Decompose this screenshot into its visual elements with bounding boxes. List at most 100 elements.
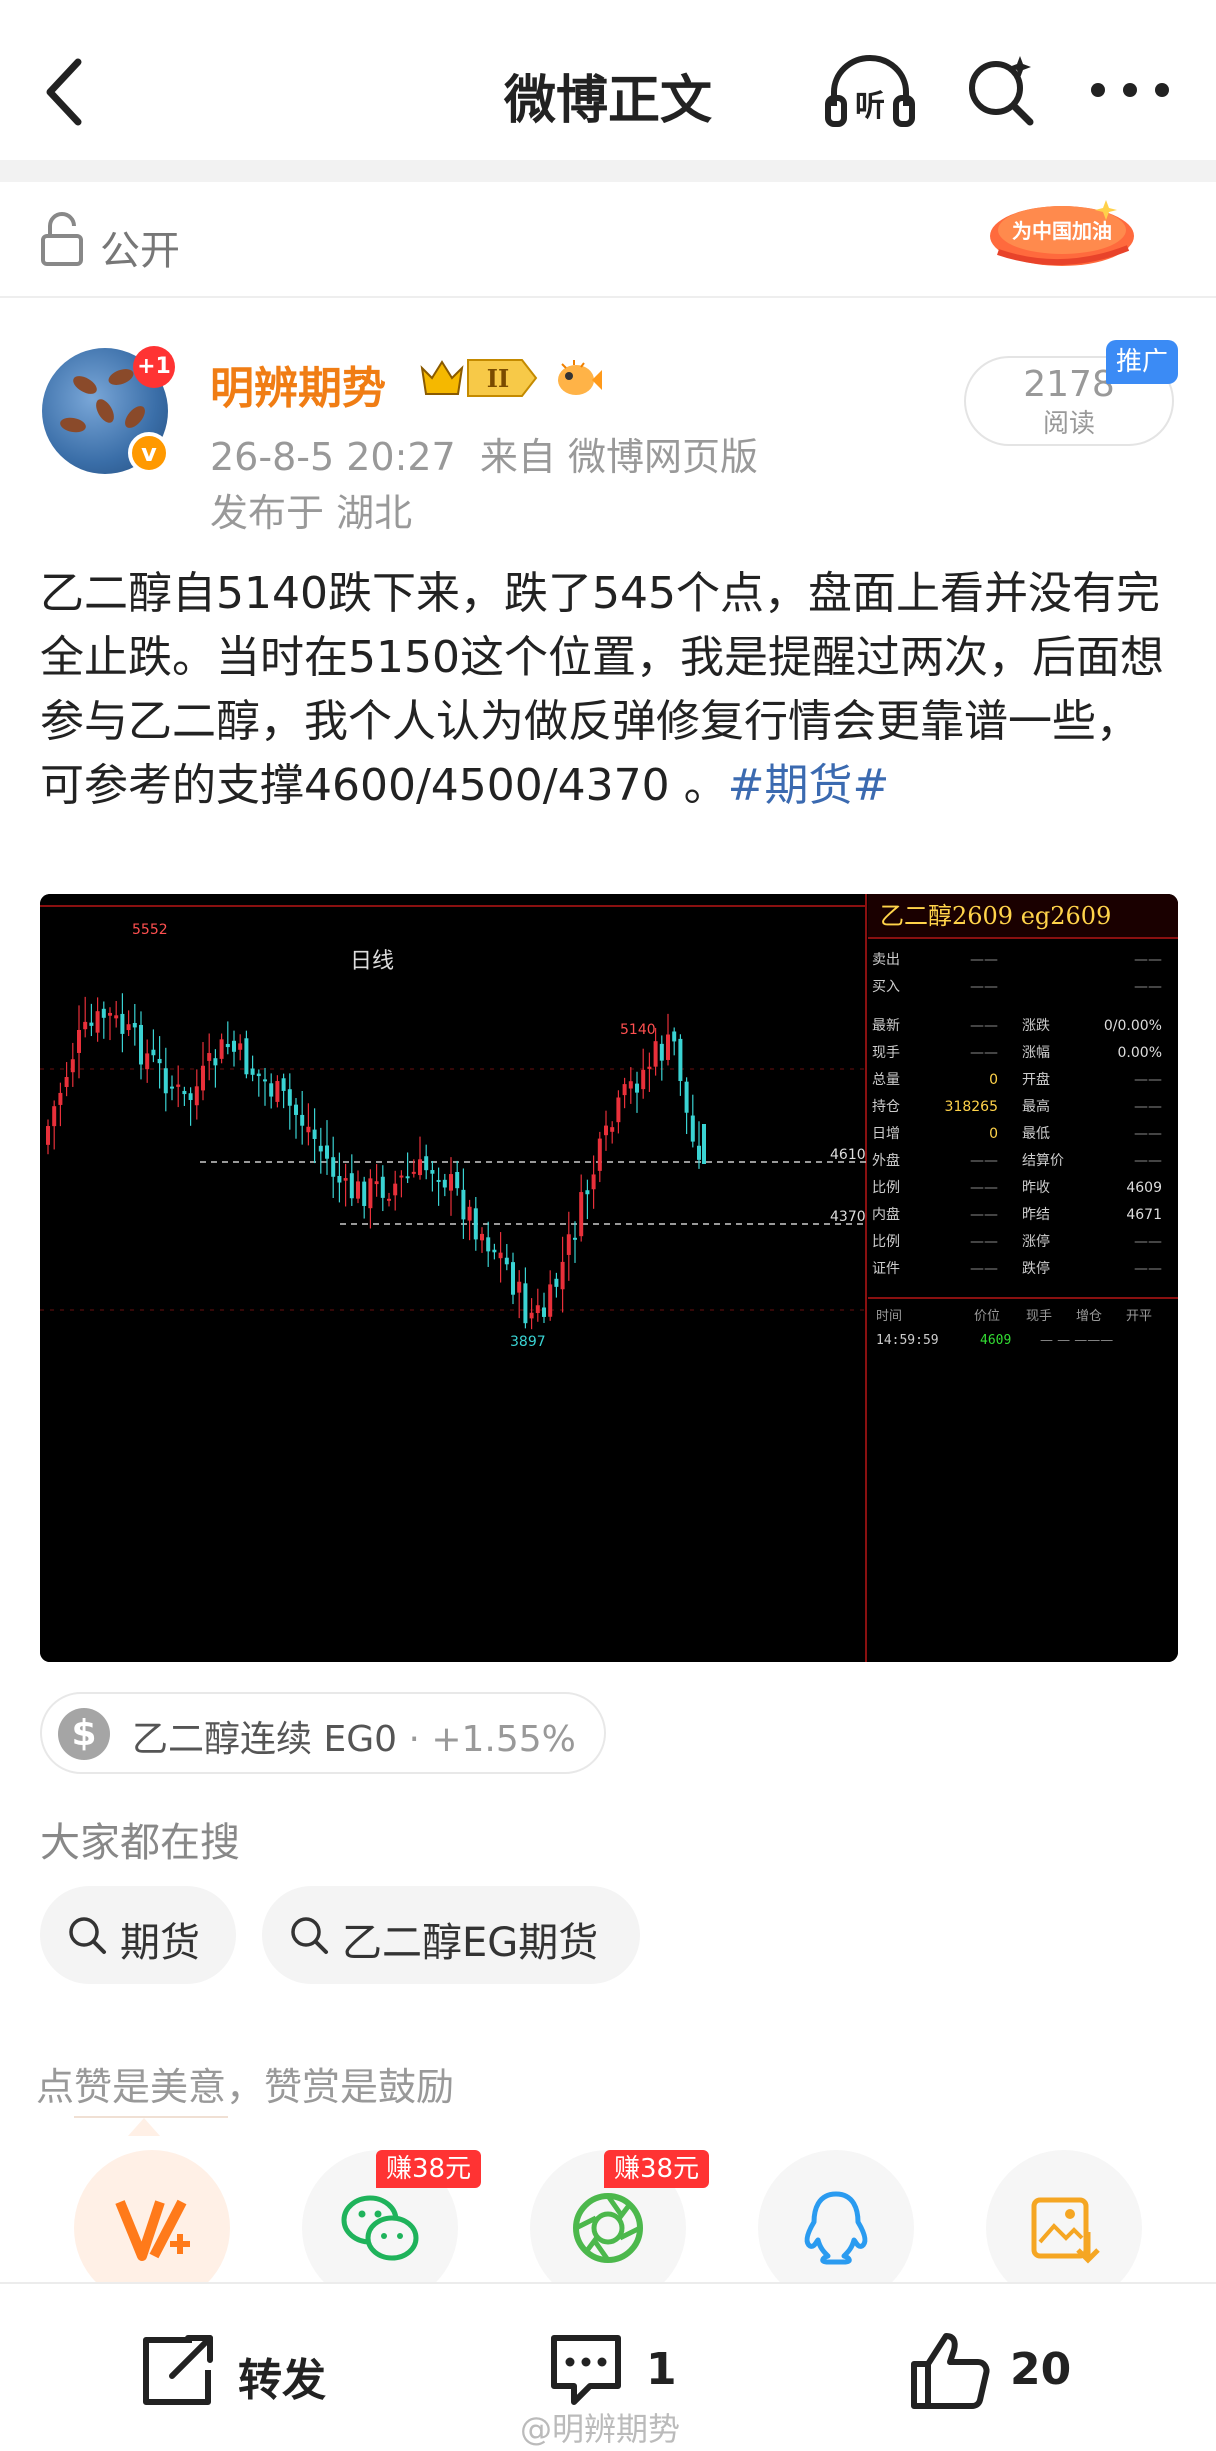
candle-body: [213, 1058, 218, 1066]
visibility-label: 公开: [100, 228, 180, 274]
repost-icon: [143, 2335, 213, 2405]
candle-body: [101, 1008, 106, 1018]
candle-body: [622, 1084, 627, 1096]
candle-body: [393, 1183, 398, 1196]
candle-body: [145, 1053, 150, 1070]
candle-body: [318, 1145, 323, 1152]
post-body: 乙二醇自5140跌下来，跌了545个点，盘面上看并没有完全止跌。当时在5150这…: [40, 562, 1180, 818]
tick-header: 增仓: [1076, 1309, 1102, 1324]
quote-field-value: ——: [970, 1261, 998, 1277]
tick-header: 价位: [974, 1309, 1000, 1324]
hot-search-chip-futures[interactable]: 期货: [40, 1886, 236, 1984]
candle-body: [244, 1038, 249, 1075]
promotion-badge[interactable]: 推广: [1106, 340, 1178, 384]
hot-search-chip-eg-futures[interactable]: 乙二醇EG期货: [262, 1886, 640, 1984]
candle-body: [157, 1058, 162, 1064]
earn-badge-wechat: 赚38元: [376, 2150, 482, 2188]
wechat-icon: [341, 2195, 419, 2261]
quote-field-label: 买入: [872, 979, 900, 995]
candle-body: [511, 1262, 515, 1295]
candle-body: [597, 1138, 602, 1171]
listen-headphone-icon[interactable]: 听: [820, 50, 920, 130]
candle-body: [542, 1307, 546, 1317]
post-image-candlestick-chart[interactable]: 日线 5552 5140 3897 4610 4370 乙二醇2609 eg26…: [40, 894, 1178, 1662]
quote-field-label: 现手: [872, 1045, 900, 1061]
candle-body: [188, 1093, 193, 1101]
earn-badge-moments: 赚38元: [604, 2150, 710, 2188]
quote-field-value: 0: [989, 1072, 998, 1088]
quote-field-value: ——: [1134, 952, 1162, 968]
search-spark-icon[interactable]: [960, 50, 1040, 130]
thumbs-up-icon: [911, 2333, 990, 2409]
quote-panel-title: 乙二醇2609 eg2609: [880, 902, 1111, 930]
author-name[interactable]: 明辨期势: [210, 352, 386, 416]
like-button[interactable]: 20: [908, 2330, 1088, 2410]
post-timestamp: 26-8-5 20:27: [210, 435, 456, 479]
hashtag-link[interactable]: #期货#: [728, 760, 890, 811]
search-icon: [69, 1917, 106, 1954]
candle-body: [77, 1029, 81, 1053]
watermark: @明辨期势: [520, 2410, 681, 2448]
candle-body: [504, 1257, 509, 1265]
cheer-china-badge[interactable]: 为中国加油: [970, 190, 1140, 270]
post-timestamp-source: 26-8-5 20:27 来自 微博网页版: [210, 426, 758, 481]
comment-button[interactable]: 1: [544, 2330, 724, 2410]
post-source: 来自 微博网页版: [479, 435, 758, 479]
candle-body: [46, 1126, 50, 1145]
candle-body: [591, 1174, 596, 1190]
tick-header: 开平: [1126, 1309, 1152, 1324]
quote-field-label: 昨收: [1022, 1180, 1050, 1196]
pufferfish-badge-icon[interactable]: [552, 354, 604, 402]
quote-field-label: 持仓: [872, 1099, 900, 1115]
candle-body: [83, 1021, 88, 1030]
more-options-icon[interactable]: [1080, 60, 1180, 120]
quote-field-label: 总量: [872, 1072, 900, 1088]
candle-body: [194, 1086, 199, 1106]
candle-body: [70, 1059, 75, 1073]
quote-field-value: ——: [1134, 1126, 1162, 1142]
quote-field-label: 证件: [872, 1261, 900, 1277]
tick-header: 现手: [1026, 1309, 1052, 1324]
quote-field-value: ——: [970, 1207, 998, 1223]
quote-field-value: ——: [1134, 1153, 1162, 1169]
support-label-1: 4610: [830, 1147, 866, 1163]
candle-body: [380, 1176, 385, 1198]
candle-body: [659, 1043, 664, 1061]
candle-body: [263, 1079, 267, 1082]
repost-button[interactable]: 转发: [136, 2330, 356, 2410]
candle-body: [405, 1176, 410, 1179]
candle-body: [238, 1043, 243, 1050]
candle-body: [325, 1145, 329, 1159]
quote-field-label: 跌停: [1022, 1260, 1050, 1277]
candle-body: [281, 1078, 286, 1091]
svg-text:听: 听: [855, 89, 885, 124]
candle-body: [666, 1034, 670, 1060]
candle-body: [120, 1013, 125, 1034]
svg-text:— — ———: — — ———: [1040, 1333, 1113, 1348]
candle-body: [64, 1077, 69, 1087]
read-label: 阅读: [1042, 409, 1095, 439]
candle-body: [201, 1065, 205, 1091]
candle-body: [604, 1125, 608, 1136]
candle-body: [554, 1278, 559, 1287]
stock-tag-chip[interactable]: $ 乙二醇连续 EG0 · +1.55%: [40, 1692, 606, 1774]
candle-body: [95, 1011, 100, 1033]
candle-body: [343, 1178, 348, 1181]
candle-body: [356, 1181, 360, 1199]
repost-label: 转发: [238, 2355, 326, 2406]
tick-header: 时间: [876, 1309, 902, 1324]
candle-body: [442, 1179, 447, 1188]
candle-body: [461, 1189, 466, 1220]
quote-field-label: 涨幅: [1022, 1045, 1050, 1061]
candle-body: [616, 1097, 621, 1123]
candle-body: [114, 1015, 119, 1019]
comment-count: 1: [646, 2344, 677, 2395]
qq-icon: [804, 2191, 868, 2265]
candle-body: [579, 1192, 584, 1237]
quote-field-value: ——: [970, 1180, 998, 1196]
candle-body: [170, 1086, 174, 1089]
save-image-icon: [1031, 2197, 1100, 2264]
high-price-label: 5552: [132, 922, 168, 938]
hot-search-title: 大家都在搜: [40, 1820, 240, 1866]
vip-crown-level-icon[interactable]: II: [418, 354, 542, 402]
